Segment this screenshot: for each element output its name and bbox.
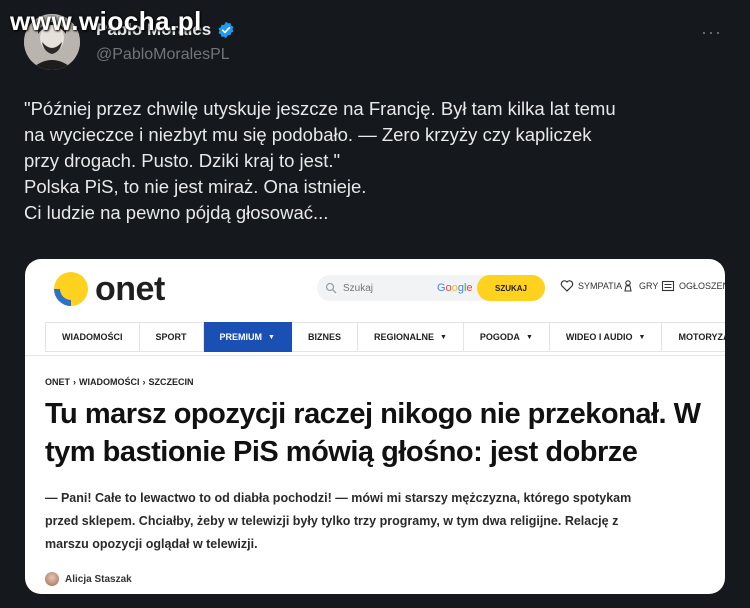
nav-label: REGIONALNE xyxy=(373,332,434,342)
google-label: Google xyxy=(437,282,473,294)
nav-item-regionalne[interactable]: REGIONALNE ▼ xyxy=(357,322,464,352)
nav-label: PREMIUM xyxy=(219,332,263,342)
search-input[interactable] xyxy=(341,281,425,295)
nav-label: WIADOMOŚCI xyxy=(62,332,123,342)
search-bar: Google SZUKAJ xyxy=(317,275,545,301)
search-button[interactable]: SZUKAJ xyxy=(477,275,545,301)
author-avatar xyxy=(45,572,59,586)
tweet-text-line: Polska PiS, to nie jest miraż. Ona istni… xyxy=(24,176,367,197)
breadcrumb: ONET › WIADOMOŚCI › SZCZECIN xyxy=(45,377,194,387)
nav-label: MOTORYZACJA xyxy=(678,332,725,342)
author-name[interactable]: Alicja Staszak xyxy=(65,574,132,585)
breadcrumb-separator: › xyxy=(73,377,77,387)
chevron-down-icon: ▼ xyxy=(439,333,447,341)
watermark: www.wiocha.pl xyxy=(10,6,202,36)
nav-label: WIDEO I AUDIO xyxy=(565,332,633,342)
headline-line: tym bastionie PiS mówią głośno: jest dob… xyxy=(45,436,638,468)
tweet-text-line: Ci ludzie na pewno pójdą głosować... xyxy=(24,202,329,223)
gry-label: GRY xyxy=(639,281,659,291)
chevron-down-icon: ▼ xyxy=(525,333,533,341)
nav-item-sport[interactable]: SPORT xyxy=(139,322,204,352)
more-options-icon[interactable]: ··· xyxy=(701,22,722,43)
main-nav: WIADOMOŚCI SPORT PREMIUM ▼ BIZNES REGION… xyxy=(45,322,725,352)
search-icon xyxy=(325,282,337,294)
ogloszenia-link[interactable]: OGŁOSZENI xyxy=(661,279,725,293)
headline-line: Tu marsz opozycji raczej nikogo nie prze… xyxy=(45,398,701,430)
nav-item-premium[interactable]: PREMIUM ▼ xyxy=(203,322,292,352)
handle[interactable]: @PabloMoralesPL xyxy=(96,46,230,64)
nav-item-motoryzacja[interactable]: MOTORYZACJA ▼ xyxy=(662,322,725,352)
onet-logo-text: onet xyxy=(95,269,165,308)
breadcrumb-item[interactable]: ONET xyxy=(45,377,70,387)
nav-label: POGODA xyxy=(479,332,520,342)
tweet-text: "Później przez chwilę utyskuje jeszcze n… xyxy=(24,96,724,226)
onet-logo: onet xyxy=(47,269,165,309)
verified-badge-icon xyxy=(218,21,234,39)
breadcrumb-separator: › xyxy=(142,377,146,387)
gry-link[interactable]: GRY xyxy=(621,279,658,293)
sympatia-label: SYMPATIA xyxy=(578,281,623,291)
onet-logo-icon xyxy=(47,269,93,309)
nav-item-wiadomosci[interactable]: WIADOMOŚCI xyxy=(45,322,140,352)
attached-image-screenshot[interactable]: onet Google SZUKAJ SYMPATIA GRY xyxy=(25,259,725,594)
chevron-down-icon: ▼ xyxy=(638,333,646,341)
ogloszenia-label: OGŁOSZENI xyxy=(679,281,725,291)
article-lead: — Pani! Całe to lewactwo to od diabła po… xyxy=(45,487,695,556)
lead-line: przed sklepem. Chciałby, żeby w telewizj… xyxy=(45,514,619,528)
tweet-text-line: "Później przez chwilę utyskuje jeszcze n… xyxy=(24,98,616,119)
chess-piece-icon xyxy=(624,280,632,292)
nav-label: SPORT xyxy=(155,332,187,342)
lead-line: marszu opozycji oglądał w telewizji. xyxy=(45,537,258,551)
breadcrumb-item[interactable]: WIADOMOŚCI xyxy=(79,377,140,387)
nav-item-pogoda[interactable]: POGODA ▼ xyxy=(463,322,550,352)
nav-item-wideo-i-audio[interactable]: WIDEO I AUDIO ▼ xyxy=(549,322,663,352)
sympatia-link[interactable]: SYMPATIA xyxy=(560,279,622,293)
lead-line: — Pani! Całe to lewactwo to od diabła po… xyxy=(45,491,632,505)
article-headline: Tu marsz opozycji raczej nikogo nie prze… xyxy=(45,395,705,471)
tweet-text-line: na wycieczce i niezbyt mu się podobało. … xyxy=(24,124,592,145)
nav-item-biznes[interactable]: BIZNES xyxy=(291,322,358,352)
chevron-down-icon: ▼ xyxy=(268,333,275,341)
divider xyxy=(25,355,725,356)
breadcrumb-item[interactable]: SZCZECIN xyxy=(149,377,194,387)
tweet-text-line: przy drogach. Pusto. Dziki kraj to jest.… xyxy=(24,150,341,171)
nav-label: BIZNES xyxy=(307,332,341,342)
tweet: www.wiocha.pl Pablo Morales @PabloMorale… xyxy=(0,0,750,608)
article-author: Alicja Staszak xyxy=(45,572,132,586)
heart-icon xyxy=(560,280,574,292)
classifieds-icon xyxy=(661,280,675,292)
